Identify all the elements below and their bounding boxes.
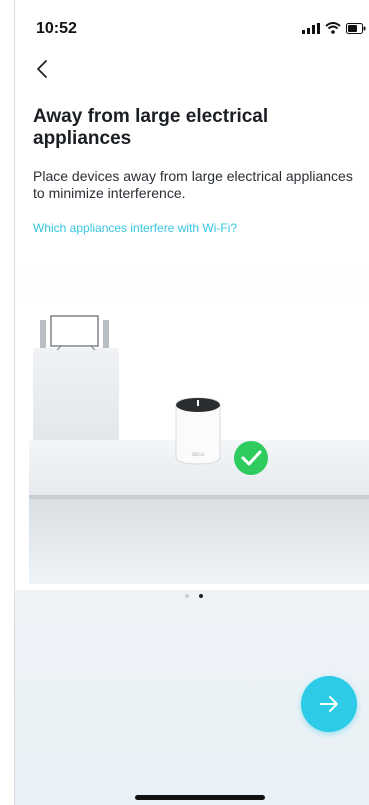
arrow-right-icon: [320, 696, 338, 712]
svg-text:deco: deco: [191, 452, 205, 458]
placement-illustration: deco: [15, 300, 369, 590]
deco-device: deco: [175, 397, 221, 465]
tv: [50, 315, 99, 347]
tv-stand: [33, 348, 119, 443]
status-icons: [302, 22, 366, 34]
page-title: Away from large electrical appliances: [33, 106, 269, 149]
left-speaker: [40, 320, 46, 348]
floor: [29, 499, 369, 584]
cellular-signal-icon: [302, 22, 320, 34]
page-indicator: [185, 594, 203, 598]
status-bar: 10:52: [15, 0, 369, 50]
app-screen: 10:52 Away from large electrical applian: [14, 0, 369, 805]
page-dot-1: [185, 594, 189, 598]
right-speaker: [103, 320, 109, 348]
back-icon[interactable]: [31, 57, 55, 81]
wifi-icon: [325, 22, 341, 34]
interference-help-link[interactable]: Which appliances interfere with Wi-Fi?: [33, 221, 237, 235]
page-description: Place devices away from large electrical…: [33, 168, 353, 201]
page-dot-2: [199, 594, 203, 598]
home-indicator: [135, 795, 265, 800]
status-time: 10:52: [36, 20, 77, 37]
check-badge: [234, 441, 268, 475]
next-button[interactable]: [301, 676, 357, 732]
battery-icon: [346, 22, 366, 34]
